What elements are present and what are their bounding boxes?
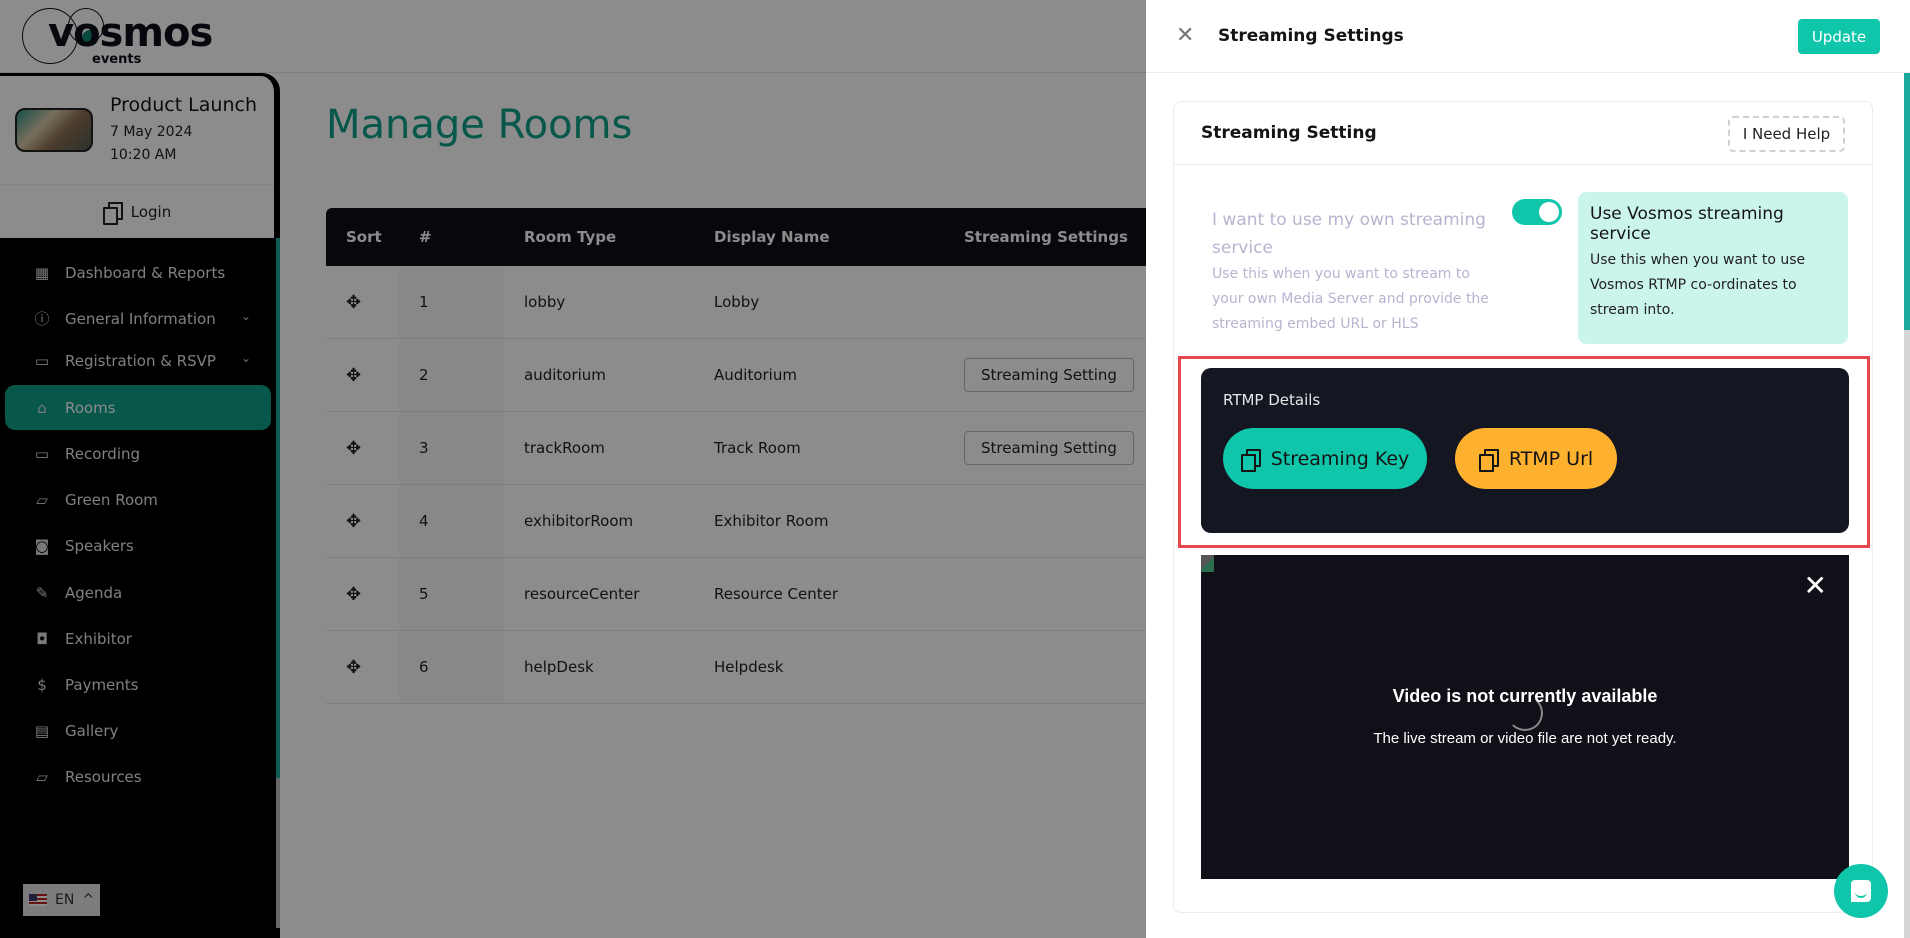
drawer-scrollbar-thumb[interactable] (1904, 73, 1910, 330)
drawer-title: Streaming Settings (1218, 26, 1404, 46)
rtmp-details: RTMP Details Streaming Key RTMP Url (1201, 368, 1849, 533)
streaming-service-toggle[interactable] (1512, 199, 1562, 225)
streaming-setting-card: Streaming Setting I Need Help I want to … (1173, 101, 1873, 913)
streaming-key-label: Streaming Key (1270, 447, 1410, 470)
own-service-title[interactable]: I want to use my own streaming service (1212, 206, 1492, 262)
rtmp-url-label: RTMP Url (1508, 447, 1594, 470)
copy-rtmp-url-button[interactable]: RTMP Url (1455, 428, 1617, 489)
toggle-knob (1539, 202, 1559, 222)
vosmos-service-description: Use this when you want to use Vosmos RTM… (1590, 252, 1806, 318)
video-unavailable-message: The live stream or video file are not ye… (1373, 730, 1677, 747)
copy-icon (1478, 448, 1499, 472)
close-icon[interactable]: ✕ (1176, 24, 1194, 48)
own-service-description: Use this when you want to stream to your… (1212, 266, 1489, 332)
vosmos-service-title: Use Vosmos streaming service (1590, 204, 1784, 244)
chat-icon (1851, 880, 1871, 902)
rtmp-details-label: RTMP Details (1223, 391, 1321, 409)
vosmos-service-option[interactable]: Use Vosmos streaming service Use this wh… (1578, 192, 1848, 344)
copy-icon (1240, 448, 1261, 472)
video-player[interactable]: ✕ Video is not currently available The l… (1201, 555, 1849, 879)
drawer-header: ✕ Streaming Settings Update (1146, 0, 1910, 73)
card-title: Streaming Setting (1201, 123, 1377, 143)
video-close-icon[interactable]: ✕ (1804, 571, 1827, 601)
update-button[interactable]: Update (1798, 19, 1880, 54)
chat-support-button[interactable] (1834, 864, 1888, 918)
copy-streaming-key-button[interactable]: Streaming Key (1223, 428, 1427, 489)
modal-overlay[interactable] (0, 0, 1146, 938)
drawer-scrollbar-track[interactable] (1904, 330, 1910, 938)
video-unavailable-title: Video is not currently available (1392, 686, 1658, 706)
streaming-settings-drawer: ✕ Streaming Settings Update Streaming Se… (1146, 0, 1910, 938)
card-header: Streaming Setting I Need Help (1174, 102, 1872, 165)
need-help-button[interactable]: I Need Help (1728, 116, 1845, 152)
broken-image-icon (1201, 555, 1214, 572)
